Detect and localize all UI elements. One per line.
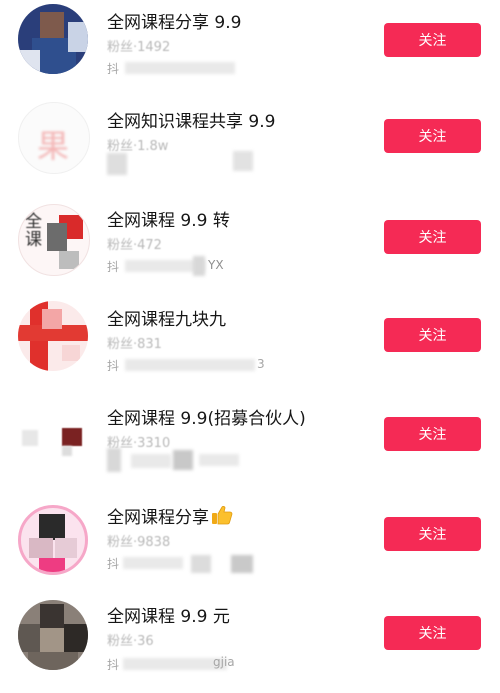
list-item[interactable]: 全网课程 9.9 元 粉丝·36 抖 gjia 关注 (0, 594, 500, 693)
list-item[interactable]: 全网课程 9.9(招募合伙人) 粉丝·3310 关注 (0, 396, 500, 495)
account-handle (107, 448, 257, 472)
thumbs-up-icon (211, 505, 233, 530)
list-item[interactable]: 全网课程分享 9.9 粉丝·1492 抖 关注 (0, 0, 500, 99)
follow-button[interactable]: 关注 (384, 417, 481, 451)
fans-count: 粉丝·472 (107, 238, 162, 253)
follow-button[interactable]: 关注 (384, 23, 481, 57)
avatar-text: 全课 (25, 212, 42, 250)
list-item[interactable]: 全网课程分享 粉丝·9838 抖 关注 (0, 495, 500, 594)
account-name: 全网课程分享 (107, 503, 233, 530)
avatar[interactable] (18, 402, 88, 472)
fans-count: 粉丝·36 (107, 634, 154, 649)
list-item[interactable]: 全网课程九块九 粉丝·831 抖 3 关注 (0, 297, 500, 396)
account-handle: 抖 (107, 553, 257, 573)
fans-count: 粉丝·831 (107, 337, 162, 352)
account-name: 全网知识课程共享 9.9 (107, 112, 276, 132)
account-name: 全网课程 9.9(招募合伙人) (107, 409, 306, 429)
avatar[interactable]: 全课 (18, 204, 90, 276)
handle-tail: gjia (213, 655, 235, 669)
avatar-text: 果 (37, 127, 70, 165)
follow-button[interactable]: 关注 (384, 119, 481, 153)
handle-text: 抖 (107, 557, 120, 571)
follow-button[interactable]: 关注 (384, 616, 481, 650)
account-name-text: 全网课程分享 (107, 508, 209, 528)
account-list: 全网课程分享 9.9 粉丝·1492 抖 关注 果 全网知识课程共享 9.9 粉… (0, 0, 500, 684)
handle-text: 抖 (107, 359, 120, 373)
list-item[interactable]: 全课 全网课程 9.9 转 粉丝·472 抖 YX 关注 (0, 198, 500, 297)
follow-button[interactable]: 关注 (384, 220, 481, 254)
account-handle: 抖 YX (107, 256, 257, 276)
avatar[interactable] (18, 301, 88, 371)
handle-text: 抖 (107, 62, 120, 76)
list-item[interactable]: 果 全网知识课程共享 9.9 粉丝·1.8w 关注 (0, 99, 500, 198)
handle-text: 抖 (107, 658, 120, 672)
account-handle (107, 151, 257, 175)
follow-button[interactable]: 关注 (384, 517, 481, 551)
avatar[interactable]: 果 (18, 102, 90, 174)
avatar[interactable] (18, 600, 88, 670)
fans-count: 粉丝·9838 (107, 535, 171, 550)
account-name: 全网课程 9.9 元 (107, 607, 230, 627)
follow-button[interactable]: 关注 (384, 318, 481, 352)
account-handle: 抖 3 (107, 355, 265, 375)
account-name: 全网课程 9.9 转 (107, 211, 230, 231)
fans-count: 粉丝·1492 (107, 40, 171, 55)
avatar[interactable] (18, 505, 88, 575)
handle-tail: 3 (257, 357, 265, 371)
avatar[interactable] (18, 4, 88, 74)
account-name: 全网课程九块九 (107, 310, 226, 330)
account-handle: 抖 (107, 58, 257, 78)
account-name: 全网课程分享 9.9 (107, 13, 242, 33)
handle-text: 抖 (107, 260, 120, 274)
account-handle: 抖 gjia (107, 654, 257, 674)
handle-tail: YX (208, 258, 224, 272)
